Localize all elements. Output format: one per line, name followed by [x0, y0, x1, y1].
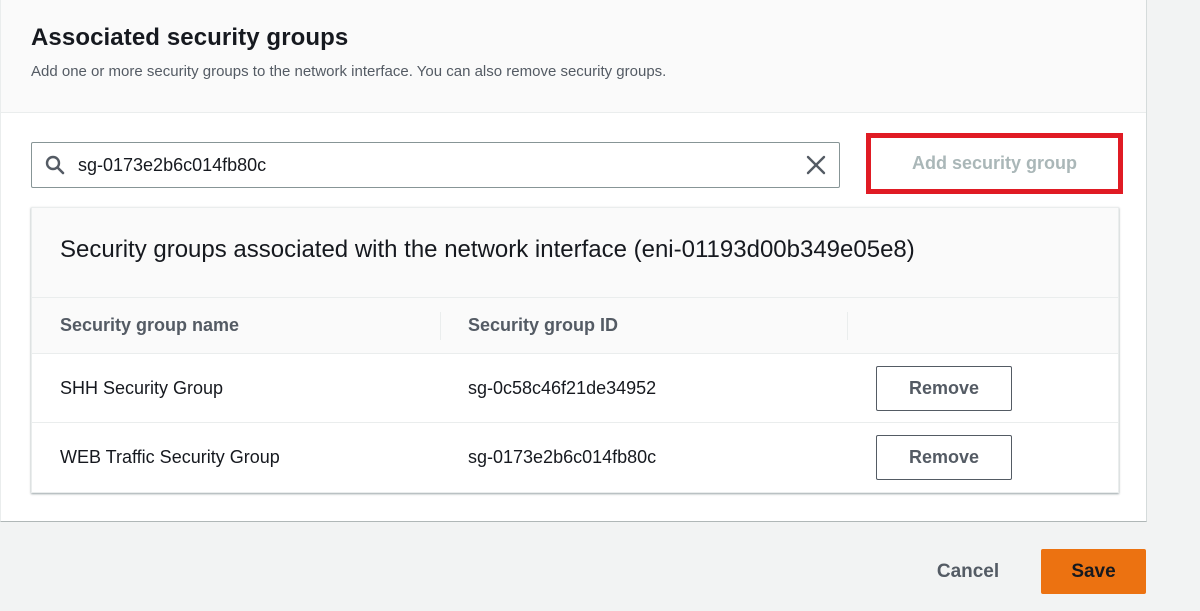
security-group-name: SHH Security Group	[60, 377, 224, 398]
remove-button[interactable]: Remove	[876, 365, 1012, 411]
search-input[interactable]	[78, 154, 793, 176]
search-icon	[32, 143, 78, 187]
table-column-headers: Security group name Security group ID	[32, 298, 1118, 354]
security-group-name: WEB Traffic Security Group	[60, 447, 280, 467]
panel-title: Associated security groups	[31, 24, 349, 51]
save-button[interactable]: Save	[1041, 549, 1146, 594]
remove-button[interactable]: Remove	[876, 435, 1012, 480]
security-groups-table: Security groups associated with the netw…	[31, 207, 1119, 493]
cancel-button[interactable]: Cancel	[918, 552, 1018, 592]
security-group-id: sg-0173e2b6c014fb80c	[468, 447, 657, 467]
column-header-name: Security group name	[60, 315, 240, 335]
panel-header: Associated security groups Add one or mo…	[1, 0, 1146, 113]
security-groups-panel: Associated security groups Add one or mo…	[0, 0, 1147, 522]
security-group-search[interactable]	[31, 142, 840, 188]
column-header-id: Security group ID	[468, 315, 619, 335]
panel-description: Add one or more security groups to the n…	[31, 63, 667, 80]
table-header: Security groups associated with the netw…	[32, 208, 1118, 298]
table-row: WEB Traffic Security Group sg-0173e2b6c0…	[32, 423, 1118, 492]
column-divider	[440, 312, 441, 340]
column-divider	[847, 312, 848, 340]
close-icon[interactable]	[793, 143, 839, 187]
add-security-group-highlight: Add security group	[866, 133, 1123, 194]
add-security-group-button[interactable]: Add security group	[912, 153, 1077, 174]
security-group-id: sg-0c58c46f21de34952	[468, 377, 657, 398]
table-title: Security groups associated with the netw…	[60, 236, 915, 263]
table-row: SHH Security Group sg-0c58c46f21de34952 …	[32, 354, 1118, 423]
